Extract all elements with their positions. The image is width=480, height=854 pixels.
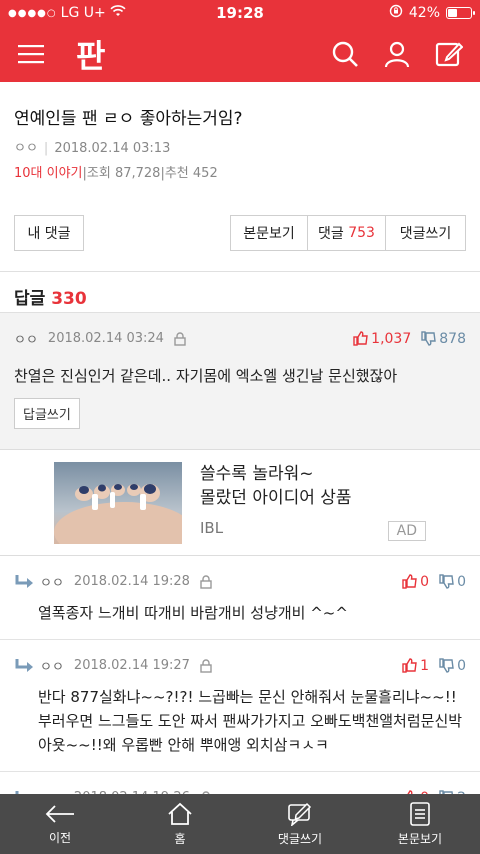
user-icon[interactable] — [380, 37, 414, 71]
comment-date: 2018.02.14 03:24 — [47, 331, 164, 346]
ad-source: IBL — [200, 519, 224, 537]
comment-write-icon — [288, 802, 312, 826]
ad-title-line2: 몰랐던 아이디어 상품 — [200, 488, 352, 508]
report-icon[interactable] — [200, 574, 212, 589]
thumbs-up-icon — [353, 331, 368, 346]
downvote-button[interactable]: 878 — [421, 331, 466, 347]
post-views: 조회 87,728 — [86, 166, 161, 181]
my-comments-button[interactable]: 내 댓글 — [14, 215, 84, 251]
ad-image — [54, 462, 182, 544]
post-title: 연예인들 팬 ㄹㅇ 좋아하는거임? — [14, 109, 243, 129]
post-category[interactable]: 10대 이야기 — [14, 166, 83, 181]
write-comment-nav-button[interactable]: 댓글쓰기 — [240, 794, 360, 854]
post-header: 연예인들 팬 ㄹㅇ 좋아하는거임? ㅇㅇ | 2018.02.14 03:13 10… — [0, 82, 480, 193]
downvote-count: 0 — [457, 657, 466, 674]
downvote-button[interactable]: 0 — [439, 574, 466, 590]
thumbs-down-icon — [439, 574, 454, 589]
app-header: ●●●●○ LG U+ 19:28 42% 판 — [0, 0, 480, 82]
upvote-count: 1,037 — [371, 330, 412, 347]
comment-author: ㅇㅇ — [14, 333, 38, 348]
bottom-nav: 이전 홈 댓글쓰기 본문보기 — [0, 794, 480, 854]
reply-author: ㅇㅇ — [40, 576, 64, 591]
reply-text: 반다 877실화냐~~?!?! 느곱빠는 문신 안해줘서 눈물흘리냐~~!! 부… — [38, 688, 463, 754]
upvote-button[interactable]: 1,037 — [353, 331, 411, 347]
view-body-nav-button[interactable]: 본문보기 — [360, 794, 480, 854]
ad-banner[interactable]: 쓸수록 놀라워~ 몰랐던 아이디어 상품 IBL AD — [0, 450, 480, 556]
thumbs-up-icon — [402, 574, 417, 589]
downvote-button[interactable]: 0 — [439, 658, 466, 674]
comments-label: 댓글 — [318, 226, 344, 242]
document-icon — [410, 801, 430, 826]
home-icon — [168, 802, 192, 825]
signal-icon: ●●●●○ — [8, 7, 57, 19]
post-author: ㅇㅇ — [14, 141, 38, 156]
view-body-button[interactable]: 본문보기 — [230, 215, 308, 251]
back-arrow-icon — [45, 804, 74, 823]
report-icon[interactable] — [174, 331, 186, 346]
prev-button[interactable]: 이전 — [0, 794, 120, 854]
pann-logo[interactable]: 판 — [76, 31, 105, 77]
post-actions: 내 댓글 본문보기 댓글 753 댓글쓰기 — [0, 193, 480, 271]
best-comment: ㅇㅇ 2018.02.14 03:24 1,037 878 찬열은 진심인거 같… — [0, 313, 480, 450]
ad-title-line1: 쓸수록 놀라워~ — [200, 464, 314, 484]
reply-item: ㅇㅇ 2018.02.14 19:27 1 0 반다 877실화냐~~?!?! … — [0, 640, 480, 772]
reply-arrow-icon — [15, 658, 33, 672]
battery-label: 42% — [408, 5, 440, 21]
reply-arrow-icon — [15, 574, 33, 588]
ad-badge: AD — [387, 521, 426, 541]
carrier-label: LG U+ — [60, 5, 106, 21]
replies-label: 답글 — [14, 289, 46, 309]
home-label: 홈 — [174, 831, 186, 846]
upvote-count: 1 — [420, 657, 430, 674]
upvote-count: 0 — [420, 573, 430, 590]
downvote-count: 0 — [457, 573, 466, 590]
prev-label: 이전 — [48, 830, 72, 845]
reply-button[interactable]: 답글쓰기 — [14, 398, 80, 429]
thumbs-down-icon — [421, 331, 437, 346]
downvote-count: 878 — [439, 330, 466, 347]
reply-date: 2018.02.14 19:27 — [73, 658, 190, 673]
reply-author: ㅇㅇ — [40, 660, 64, 675]
replies-header: 답글 330 — [0, 271, 480, 313]
thumbs-down-icon — [439, 658, 454, 673]
battery-icon — [446, 7, 475, 19]
write-comment-button[interactable]: 댓글쓰기 — [386, 215, 466, 251]
write-icon[interactable] — [432, 37, 466, 71]
reply-text: 열폭종자 느개비 따개비 바람개비 성냥개비 ^~^ — [38, 604, 348, 622]
report-icon[interactable] — [200, 658, 212, 673]
reply-item: ㅇㅇ 2018.02.14 19:28 0 0 열폭종자 느개비 따개비 바람개… — [0, 556, 480, 640]
replies-count: 330 — [51, 289, 87, 309]
menu-icon[interactable] — [14, 37, 48, 71]
view-body-label: 본문보기 — [397, 831, 443, 846]
comment-text: 찬열은 진심인거 같은데.. 자기몸에 엑소엘 생긴날 문신했잖아 — [14, 367, 398, 385]
thumbs-up-icon — [402, 658, 417, 673]
upvote-button[interactable]: 1 — [402, 658, 429, 674]
home-button[interactable]: 홈 — [120, 794, 240, 854]
status-bar: ●●●●○ LG U+ 19:28 42% — [0, 0, 480, 26]
comments-count: 753 — [348, 225, 375, 241]
wifi-icon — [110, 5, 126, 21]
post-recommends: 추천 452 — [164, 166, 218, 181]
search-icon[interactable] — [328, 37, 362, 71]
upvote-button[interactable]: 0 — [402, 574, 429, 590]
rotation-lock-icon — [389, 4, 403, 22]
comments-button[interactable]: 댓글 753 — [308, 215, 386, 251]
write-comment-label: 댓글쓰기 — [277, 831, 323, 846]
reply-date: 2018.02.14 19:28 — [73, 574, 190, 589]
post-date: 2018.02.14 03:13 — [54, 141, 171, 156]
